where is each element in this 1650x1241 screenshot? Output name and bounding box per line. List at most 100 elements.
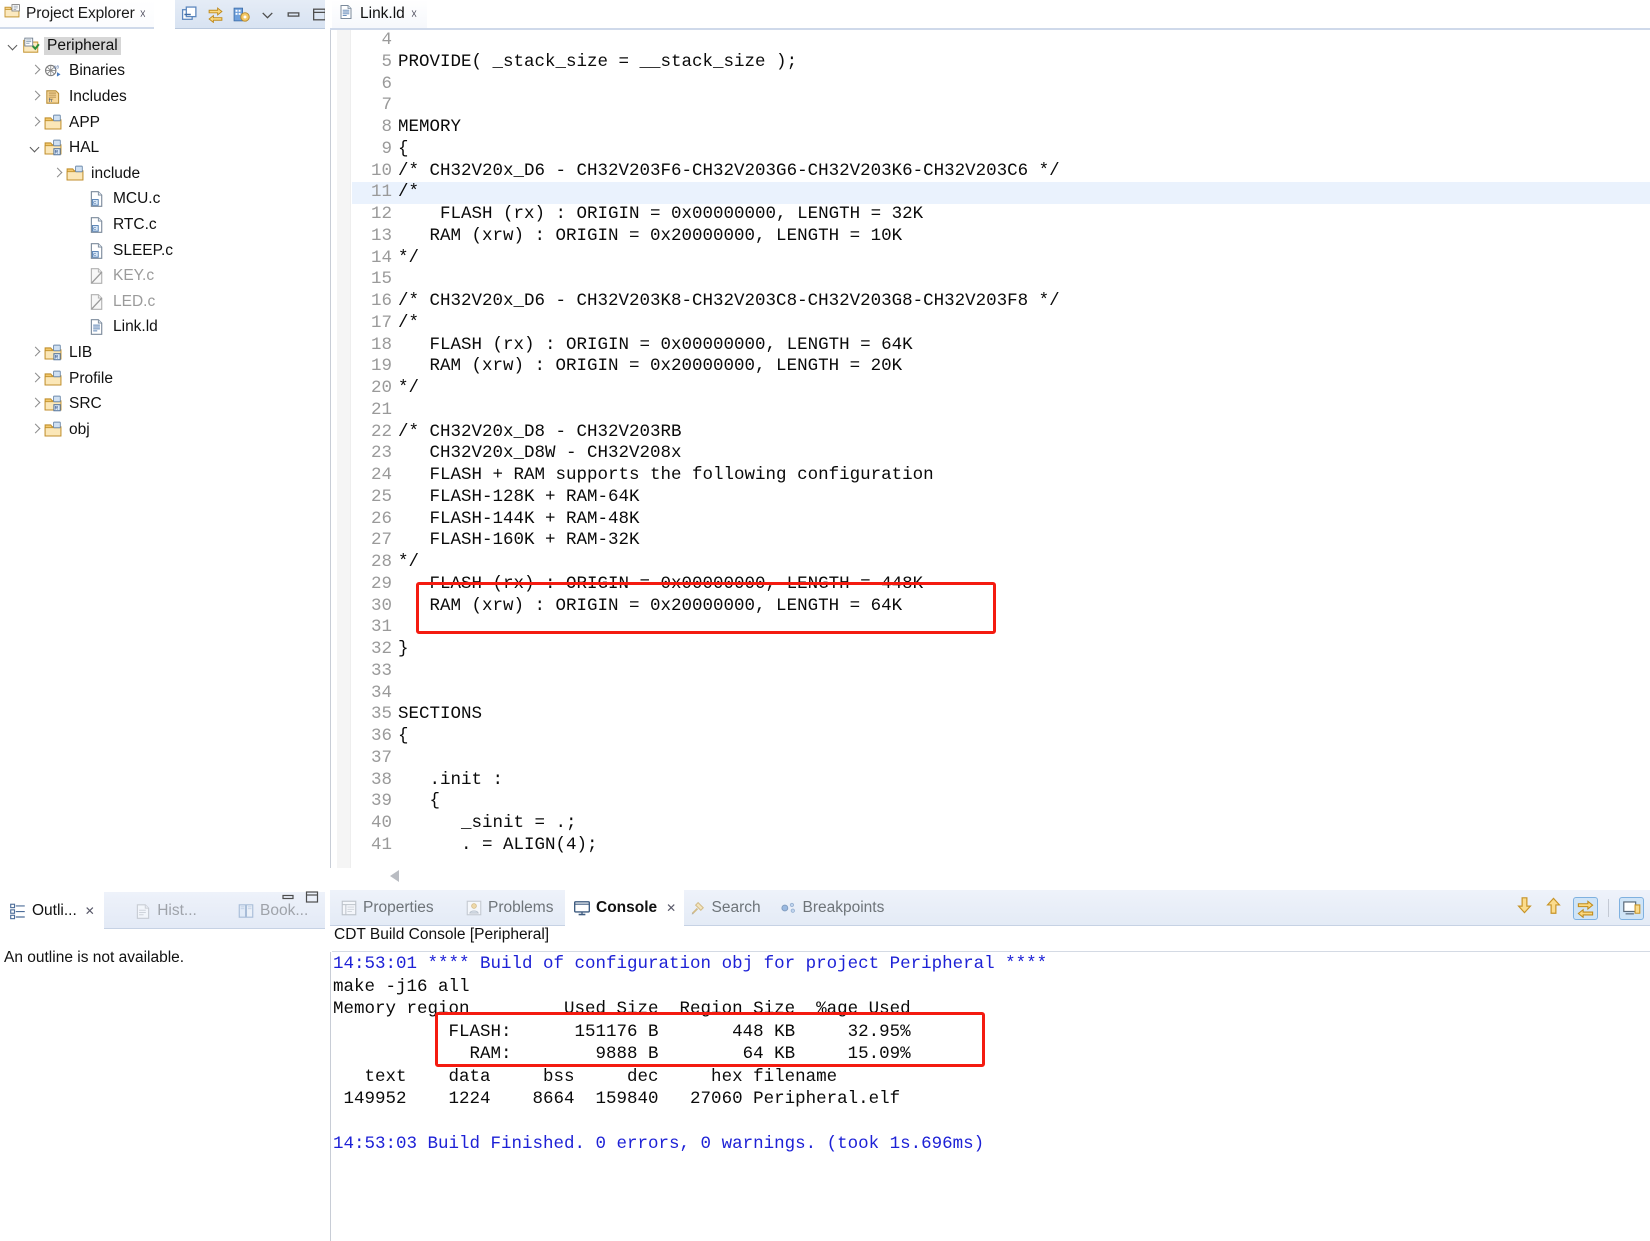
- collapse-all-icon[interactable]: [181, 5, 198, 23]
- pin-console-icon[interactable]: [1573, 896, 1598, 920]
- tree-item-app[interactable]: APP: [0, 110, 325, 136]
- code-line[interactable]: 18 FLASH (rx) : ORIGIN = 0x00000000, LEN…: [352, 335, 1650, 357]
- editor-annotation-ruler[interactable]: [337, 30, 351, 868]
- tree-item-src[interactable]: R SRC: [0, 391, 325, 417]
- code-line[interactable]: 16 /* CH32V20x_D6 - CH32V203K8-CH32V203C8…: [352, 291, 1650, 313]
- bookmarks-icon: [237, 902, 255, 920]
- close-icon[interactable]: ✕: [666, 902, 676, 914]
- code-line[interactable]: 29 FLASH (rx) : ORIGIN = 0x00000000, LEN…: [352, 574, 1650, 596]
- display-selected-console-icon[interactable]: [1619, 896, 1644, 920]
- tab-breakpoints[interactable]: Breakpoints: [772, 890, 893, 926]
- chevron-right-icon[interactable]: [28, 371, 44, 387]
- view-menu-icon[interactable]: [259, 6, 276, 23]
- code-line[interactable]: 25 FLASH-128K + RAM-64K: [352, 487, 1650, 509]
- line-number: 24: [370, 465, 392, 485]
- code-line[interactable]: 22 /* CH32V20x_D8 - CH32V203RB: [352, 422, 1650, 444]
- code-line[interactable]: 5 PROVIDE( _stack_size = __stack_size );: [352, 52, 1650, 74]
- tree-item-binaries[interactable]: 10 Binaries: [0, 59, 325, 85]
- code-line[interactable]: 6: [352, 74, 1650, 96]
- editor-horizontal-scrollbar[interactable]: [330, 868, 1650, 886]
- code-line[interactable]: 33: [352, 661, 1650, 683]
- code-line[interactable]: 11 /*: [352, 182, 1650, 204]
- tree-item-led-c[interactable]: LED.c: [0, 289, 325, 315]
- scroll-left-arrow-icon[interactable]: [390, 870, 399, 882]
- tree-item-link-ld[interactable]: Link.ld: [0, 315, 325, 341]
- chevron-right-icon[interactable]: [28, 422, 44, 438]
- code-line[interactable]: 20 */: [352, 378, 1650, 400]
- code-line[interactable]: 32}: [352, 639, 1650, 661]
- tree-item-lib[interactable]: R LIB: [0, 340, 325, 366]
- view-menu-build-icon[interactable]: [233, 6, 250, 23]
- code-line[interactable]: 7: [352, 95, 1650, 117]
- code-line[interactable]: 14 */: [352, 248, 1650, 270]
- code-text-area[interactable]: 4 5 PROVIDE( _stack_size = __stack_size );…: [352, 30, 1650, 868]
- project-explorer-view: Project Explorer ☓ Peripheral 10 Binarie…: [0, 0, 326, 884]
- editor-tab-label: Link.ld: [360, 5, 405, 22]
- scroll-down-icon[interactable]: [1515, 896, 1534, 920]
- tree-item-mcu-c[interactable]: c MCU.c: [0, 187, 325, 213]
- code-line[interactable]: 28 */: [352, 552, 1650, 574]
- code-text: /* CH32V20x_D8 - CH32V203RB: [398, 421, 682, 442]
- tree-item-rtc-c[interactable]: c RTC.c: [0, 212, 325, 238]
- code-line[interactable]: 19 RAM (xrw) : ORIGIN = 0x20000000, LENG…: [352, 356, 1650, 378]
- close-icon[interactable]: ☓: [411, 8, 417, 20]
- chevron-right-icon[interactable]: [28, 345, 44, 361]
- chevron-down-icon[interactable]: [6, 38, 22, 54]
- tab-console[interactable]: Console ✕: [565, 890, 685, 926]
- code-line[interactable]: 4: [352, 30, 1650, 52]
- code-line[interactable]: 39 {: [352, 791, 1650, 813]
- tab-project-explorer[interactable]: Project Explorer ☓: [0, 0, 155, 29]
- code-line[interactable]: 23 CH32V20x_D8W - CH32V208x: [352, 443, 1650, 465]
- code-line[interactable]: 26 FLASH-144K + RAM-48K: [352, 509, 1650, 531]
- chevron-right-icon[interactable]: [28, 89, 44, 105]
- scroll-up-icon[interactable]: [1544, 896, 1563, 920]
- link-with-editor-icon[interactable]: [207, 6, 224, 23]
- code-line[interactable]: 34: [352, 683, 1650, 705]
- code-line[interactable]: 30 RAM (xrw) : ORIGIN = 0x20000000, LENG…: [352, 596, 1650, 618]
- chevron-right-icon[interactable]: [28, 396, 44, 412]
- tree-item-obj[interactable]: obj: [0, 417, 325, 443]
- code-line[interactable]: 31: [352, 617, 1650, 639]
- code-line[interactable]: 24 FLASH + RAM supports the following co…: [352, 465, 1650, 487]
- chevron-down-icon[interactable]: [28, 140, 44, 156]
- code-line[interactable]: 13 RAM (xrw) : ORIGIN = 0x20000000, LENG…: [352, 226, 1650, 248]
- chevron-right-icon[interactable]: [50, 166, 66, 182]
- tree-item-include[interactable]: include: [0, 161, 325, 187]
- code-line[interactable]: 12 FLASH (rx) : ORIGIN = 0x00000000, LEN…: [352, 204, 1650, 226]
- close-icon[interactable]: ✕: [85, 905, 95, 917]
- code-line[interactable]: 27 FLASH-160K + RAM-32K: [352, 530, 1650, 552]
- tree-item-key-c[interactable]: KEY.c: [0, 263, 325, 289]
- tree-item-sleep-c[interactable]: c SLEEP.c: [0, 238, 325, 264]
- tab-problems[interactable]: Problems: [457, 890, 561, 926]
- code-line[interactable]: 8 MEMORY: [352, 117, 1650, 139]
- code-line[interactable]: 37: [352, 748, 1650, 770]
- project-explorer-toolbar: [175, 0, 326, 29]
- tab-properties[interactable]: Properties: [332, 890, 442, 926]
- chevron-right-icon[interactable]: [28, 115, 44, 131]
- minimize-icon[interactable]: [285, 6, 302, 23]
- code-line[interactable]: 9{: [352, 139, 1650, 161]
- code-line[interactable]: 10 /* CH32V20x_D6 - CH32V203F6-CH32V203G6…: [352, 161, 1650, 183]
- code-line[interactable]: 35 SECTIONS: [352, 704, 1650, 726]
- code-line[interactable]: 40 _sinit = .;: [352, 813, 1650, 835]
- tab-search[interactable]: Search: [681, 890, 769, 926]
- tab-link-ld[interactable]: Link.ld ☓: [332, 0, 428, 30]
- code-line[interactable]: 38 .init :: [352, 770, 1650, 792]
- tree-item-peripheral[interactable]: Peripheral: [0, 33, 325, 59]
- tree-item-includes[interactable]: h Includes: [0, 84, 325, 110]
- chevron-right-icon[interactable]: [28, 63, 44, 79]
- minimize-icon[interactable]: [280, 889, 296, 910]
- tab-hist[interactable]: Hist...: [125, 892, 206, 929]
- code-line[interactable]: 36 {: [352, 726, 1650, 748]
- maximize-icon[interactable]: [304, 889, 320, 910]
- code-line[interactable]: 41 . = ALIGN(4);: [352, 835, 1650, 857]
- code-line[interactable]: 21: [352, 400, 1650, 422]
- code-line[interactable]: 17 /*: [352, 313, 1650, 335]
- tree-item-profile[interactable]: Profile: [0, 366, 325, 392]
- tab-outli[interactable]: Outli... ✕: [0, 892, 104, 929]
- tree-item-hal[interactable]: R HAL: [0, 135, 325, 161]
- close-icon[interactable]: ☓: [140, 8, 146, 20]
- code-line[interactable]: 15: [352, 269, 1650, 291]
- console-output[interactable]: 14:53:01 **** Build of configuration obj…: [330, 952, 1650, 1241]
